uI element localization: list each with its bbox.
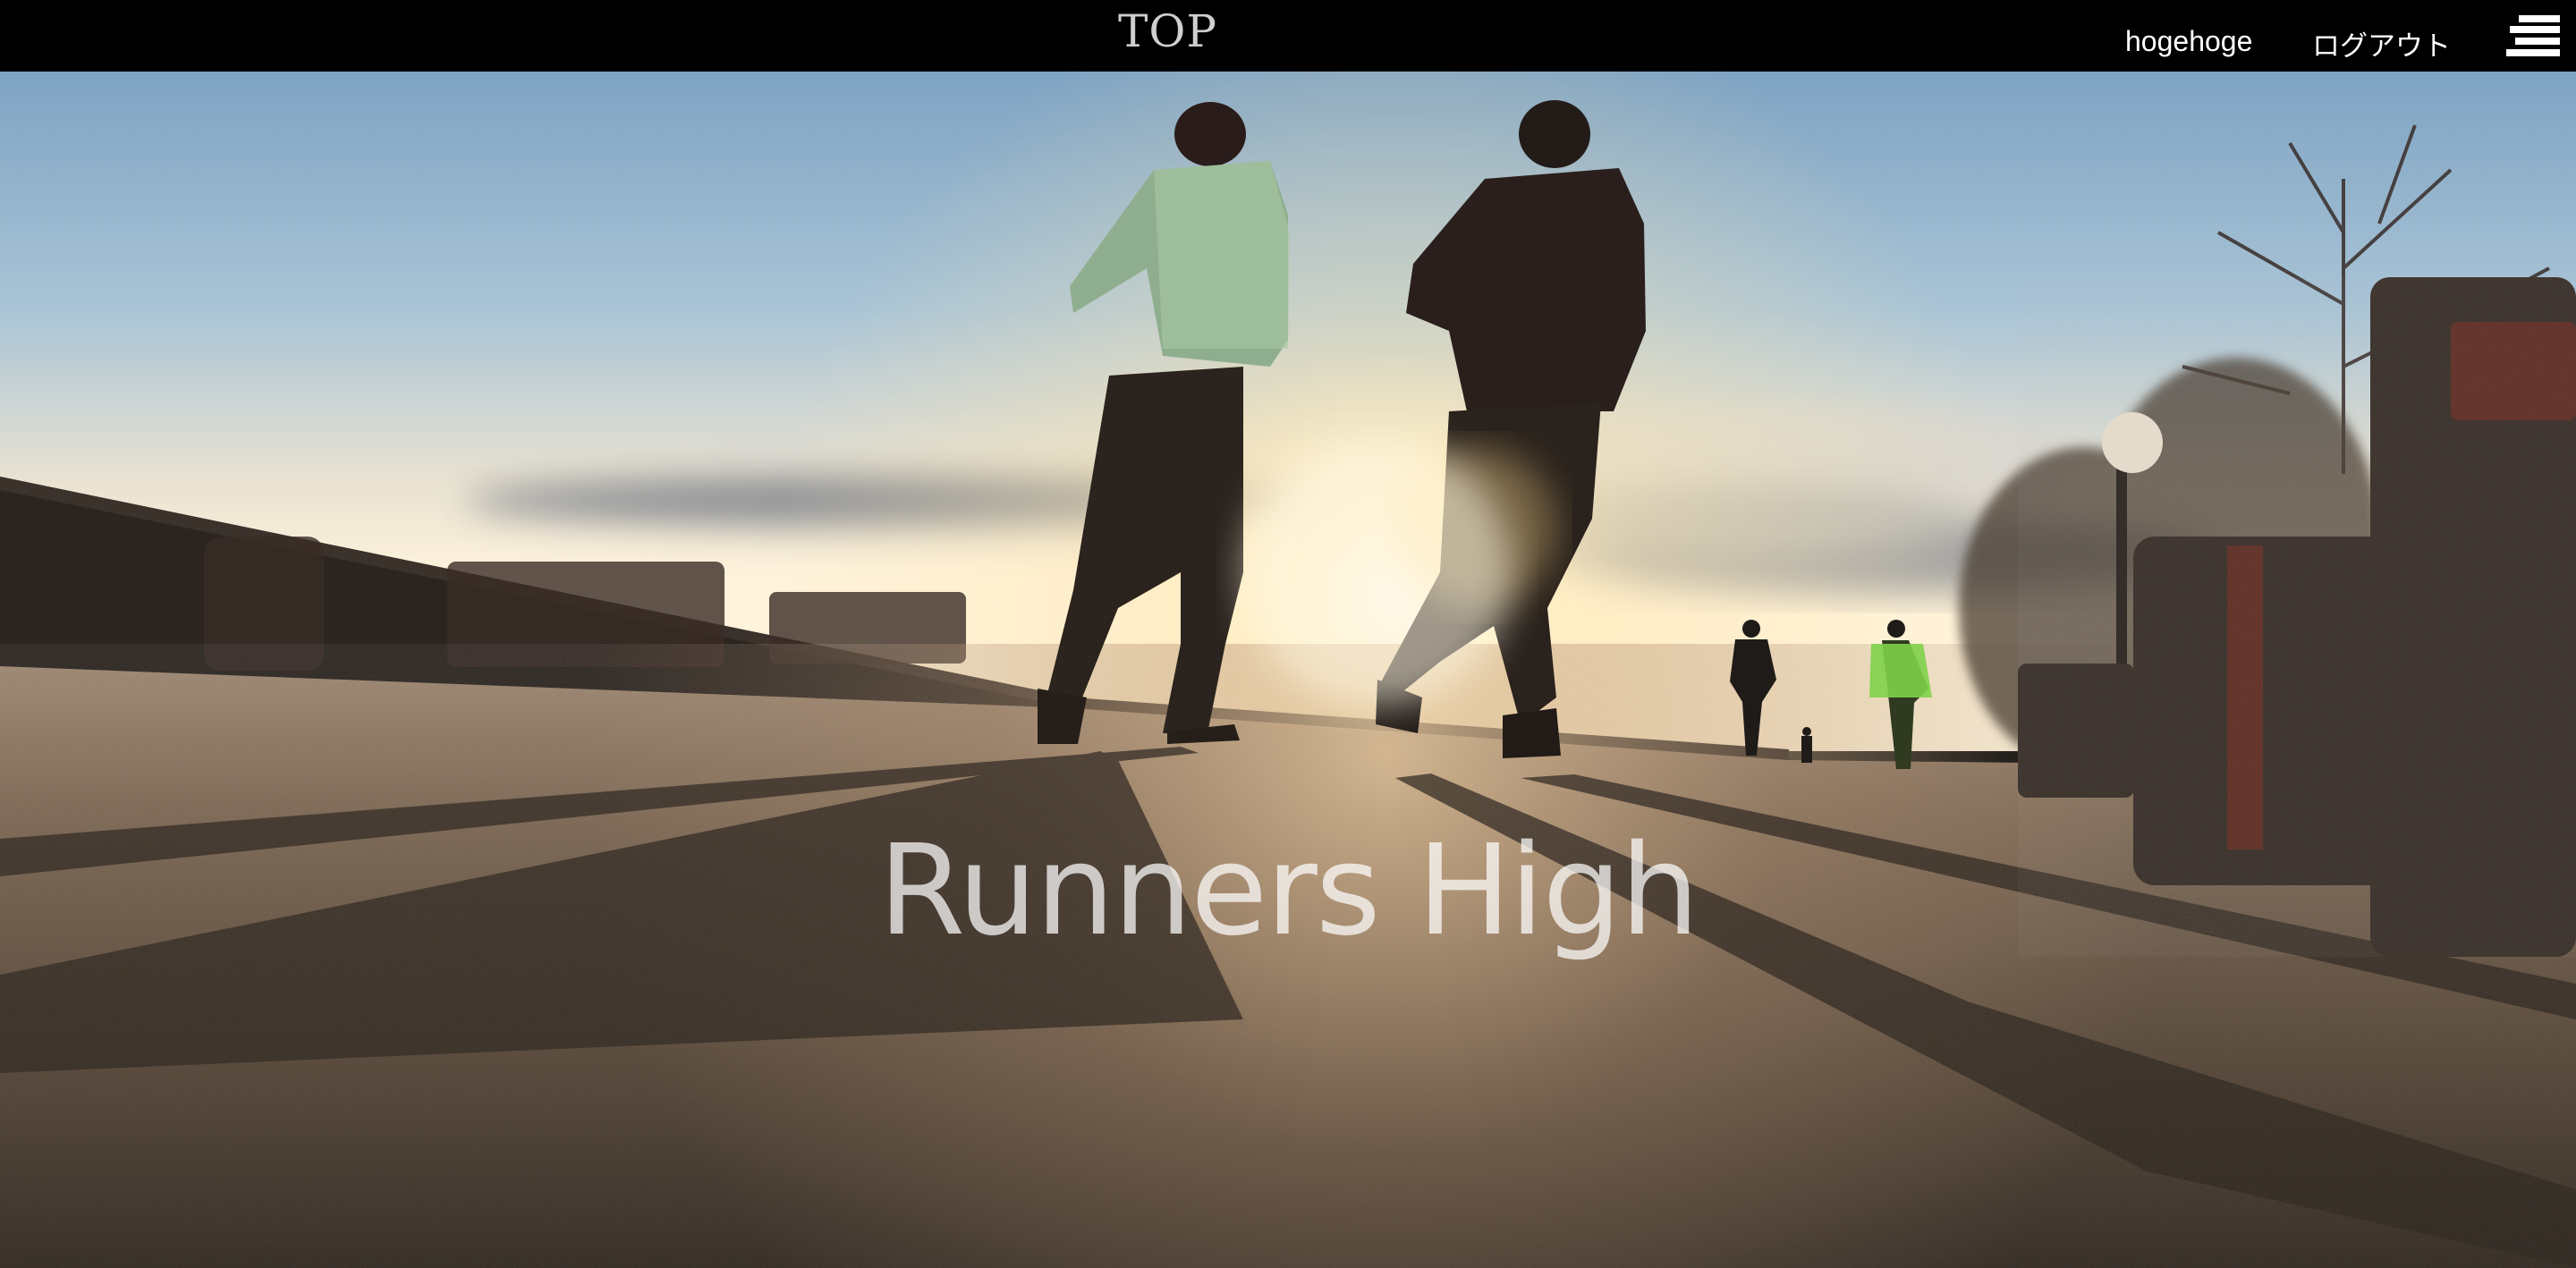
menu-bar-3	[2515, 38, 2560, 45]
menu-bar-1	[2519, 15, 2560, 22]
hero-title: Runners High	[877, 818, 1699, 964]
runners-at-sunset-photo	[0, 72, 2576, 1268]
hamburger-menu-icon[interactable]	[2504, 15, 2560, 67]
username-label: hogehoge	[2125, 25, 2253, 57]
menu-bar-4	[2506, 49, 2560, 56]
hero-banner: Runners High	[0, 72, 2576, 1268]
menu-bar-2	[2510, 26, 2560, 33]
site-title-link[interactable]: TOP	[1118, 5, 1217, 57]
logout-link[interactable]: ログアウト	[2312, 23, 2451, 63]
page: TOP hogehoge ログアウト Runners High	[0, 0, 2576, 1268]
top-nav-bar: TOP hogehoge ログアウト	[0, 0, 2576, 72]
